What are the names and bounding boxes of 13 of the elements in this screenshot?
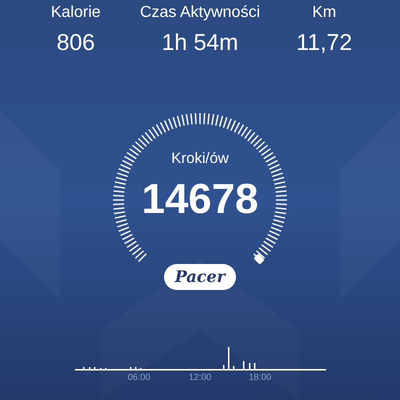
stat-value: 11,72 xyxy=(296,28,352,56)
steps-label: Kroki/ów xyxy=(171,150,229,168)
time-label: 12:00 xyxy=(188,372,212,383)
pacer-button[interactable]: Pacer xyxy=(164,264,236,290)
time-label: 06:00 xyxy=(128,372,150,383)
stat-value: 806 xyxy=(56,28,95,56)
time-label: 18:00 xyxy=(248,372,272,383)
stat-label: Km xyxy=(312,3,336,23)
stat-value: 1h 54m xyxy=(162,28,238,56)
gauge-marker xyxy=(253,253,265,265)
steps-count: 14678 xyxy=(142,174,258,224)
stat-label: Czas Aktywności xyxy=(140,3,260,23)
stat-label: Kalorie xyxy=(50,3,101,23)
